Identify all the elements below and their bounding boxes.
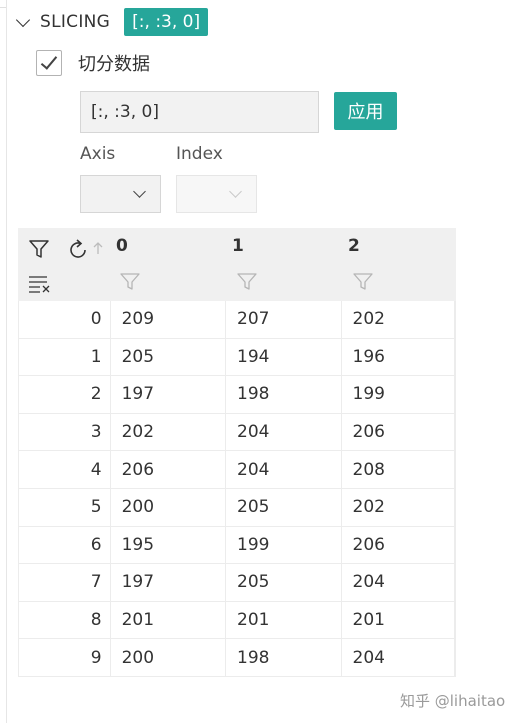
table-row[interactable]: 5 200 205 202	[19, 488, 455, 527]
chevron-down-icon	[133, 185, 146, 198]
table-cell[interactable]: 195	[111, 526, 227, 564]
table-cell[interactable]: 208	[342, 451, 455, 488]
slice-expression-input[interactable]: [:, :3, 0]	[80, 91, 319, 133]
index-label: Index	[176, 144, 223, 164]
row-index: 2	[19, 376, 111, 413]
table-cell[interactable]: 205	[226, 488, 342, 526]
table-cell[interactable]: 204	[226, 451, 342, 488]
table-row[interactable]: 3 202 204 206	[19, 413, 455, 452]
section-title: SLICING	[40, 12, 111, 32]
table-cell[interactable]: 199	[342, 376, 455, 413]
table-cell[interactable]: 206	[342, 413, 455, 451]
slice-data-checkbox[interactable]	[36, 50, 62, 76]
row-index: 5	[19, 488, 111, 526]
table-cell[interactable]: 206	[342, 526, 455, 564]
table-row[interactable]: 1 205 194 196	[19, 338, 455, 377]
table-cell[interactable]: 200	[111, 488, 227, 526]
table-row[interactable]: 9 200 198 204	[19, 639, 455, 677]
filter-icon[interactable]	[28, 238, 50, 260]
checkmark-icon	[40, 52, 58, 70]
table-cell[interactable]: 202	[111, 413, 227, 451]
table-cell[interactable]: 198	[226, 376, 342, 413]
row-index: 8	[19, 601, 111, 639]
row-index: 6	[19, 526, 111, 564]
table-cell[interactable]: 204	[342, 639, 455, 676]
apply-button[interactable]: 应用	[334, 92, 397, 130]
axis-label: Axis	[80, 144, 116, 164]
column-header-1[interactable]: 1	[232, 236, 244, 256]
table-cell[interactable]: 198	[226, 639, 342, 676]
table-cell[interactable]: 196	[342, 338, 455, 376]
column-filter-icon[interactable]	[353, 272, 373, 292]
refresh-icon[interactable]	[66, 238, 90, 262]
table-cell[interactable]: 205	[111, 338, 227, 376]
row-index: 3	[19, 413, 111, 451]
table-row[interactable]: 6 195 199 206	[19, 526, 455, 565]
data-grid: 0 1 2 0 209 207 202 1 205 194 196 2 197 …	[18, 228, 456, 677]
table-row[interactable]: 0 209 207 202	[19, 301, 455, 339]
table-cell[interactable]: 200	[111, 639, 227, 676]
row-index: 7	[19, 564, 111, 601]
table-cell[interactable]: 206	[111, 451, 227, 488]
table-cell[interactable]: 199	[226, 526, 342, 564]
row-index: 0	[19, 301, 111, 338]
table-cell[interactable]: 201	[342, 601, 455, 639]
index-dropdown	[176, 175, 257, 213]
table-row[interactable]: 2 197 198 199	[19, 376, 455, 414]
grid-toolbar	[28, 238, 108, 298]
slice-data-checkbox-row[interactable]: 切分数据	[36, 50, 150, 76]
left-border-tick	[0, 7, 6, 8]
table-cell[interactable]: 197	[111, 564, 227, 601]
slice-badge: [:, :3, 0]	[124, 8, 209, 36]
table-row[interactable]: 4 206 204 208	[19, 451, 455, 489]
clear-filter-icon[interactable]	[28, 274, 52, 294]
table-cell[interactable]: 194	[226, 338, 342, 376]
chevron-down-icon	[229, 185, 242, 198]
sort-up-icon[interactable]	[92, 240, 104, 256]
row-index: 9	[19, 639, 111, 676]
axis-dropdown[interactable]	[80, 175, 161, 213]
grid-header: 0 1 2	[18, 228, 456, 301]
table-cell[interactable]: 202	[342, 488, 455, 526]
column-header-0[interactable]: 0	[116, 236, 128, 256]
column-filter-icon[interactable]	[237, 272, 257, 292]
table-row[interactable]: 7 197 205 204	[19, 564, 455, 602]
table-cell[interactable]: 207	[226, 301, 342, 338]
row-index: 1	[19, 338, 111, 376]
table-cell[interactable]: 201	[226, 601, 342, 639]
slicing-section-header[interactable]: SLICING [:, :3, 0]	[15, 8, 209, 36]
table-cell[interactable]: 202	[342, 301, 455, 338]
table-cell[interactable]: 197	[111, 376, 227, 413]
table-row[interactable]: 8 201 201 201	[19, 601, 455, 640]
table-cell[interactable]: 204	[342, 564, 455, 601]
row-index: 4	[19, 451, 111, 488]
checkbox-label: 切分数据	[78, 54, 150, 75]
watermark: 知乎 @lihaitao	[400, 692, 506, 710]
table-cell[interactable]: 201	[111, 601, 227, 639]
table-cell[interactable]: 209	[111, 301, 227, 338]
grid-body: 0 209 207 202 1 205 194 196 2 197 198 19…	[18, 301, 456, 677]
column-filter-icon[interactable]	[120, 272, 140, 292]
left-border	[6, 0, 7, 723]
table-cell[interactable]: 205	[226, 564, 342, 601]
chevron-down-icon[interactable]	[15, 12, 31, 28]
column-header-2[interactable]: 2	[348, 236, 360, 256]
table-cell[interactable]: 204	[226, 413, 342, 451]
